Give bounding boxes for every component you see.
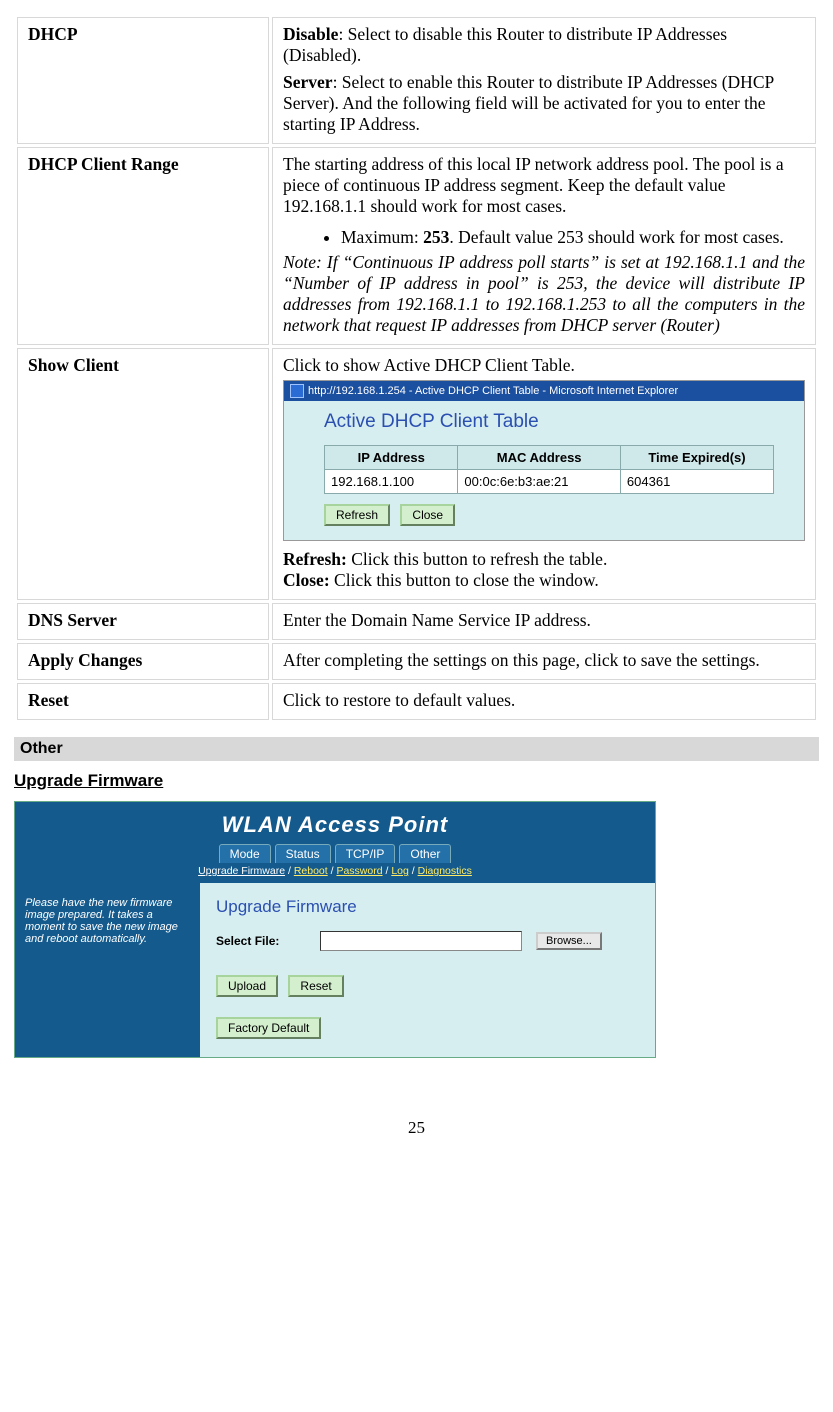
- apply-desc: After completing the settings on this pa…: [272, 643, 816, 680]
- showclient-label: Show Client: [17, 348, 269, 600]
- tab-mode[interactable]: Mode: [219, 844, 271, 863]
- page-number: 25: [14, 1118, 819, 1138]
- subnav-diagnostics[interactable]: Diagnostics: [418, 865, 472, 877]
- close-help-bold: Close:: [283, 570, 334, 590]
- subnav-upgrade[interactable]: Upgrade Firmware: [198, 865, 285, 877]
- dhcp-server-text: : Select to enable this Router to distri…: [283, 72, 774, 134]
- range-desc: The starting address of this local IP ne…: [272, 147, 816, 345]
- dhcp-label: DHCP: [17, 17, 269, 144]
- select-file-label: Select File:: [216, 934, 306, 948]
- fw-subnav: Upgrade Firmware / Reboot / Password / L…: [15, 863, 655, 883]
- tab-tcpip[interactable]: TCP/IP: [335, 844, 396, 863]
- th-ip: IP Address: [325, 446, 458, 470]
- dhcp-disable-text: : Select to disable this Router to distr…: [283, 24, 727, 65]
- close-button[interactable]: Close: [400, 504, 455, 526]
- firmware-ui: WLAN Access Point Mode Status TCP/IP Oth…: [14, 801, 656, 1058]
- client-table: IP Address MAC Address Time Expired(s) 1…: [324, 445, 774, 494]
- range-label: DHCP Client Range: [17, 147, 269, 345]
- factory-default-button[interactable]: Factory Default: [216, 1017, 321, 1039]
- refresh-help-text: Click this button to refresh the table.: [351, 549, 607, 569]
- refresh-help-bold: Refresh:: [283, 549, 351, 569]
- showclient-desc: Click to show Active DHCP Client Table. …: [272, 348, 816, 600]
- fw-help-text: Please have the new firmware image prepa…: [15, 883, 200, 1057]
- range-note: Note: If “Continuous IP address poll sta…: [283, 252, 805, 336]
- th-time: Time Expired(s): [620, 446, 773, 470]
- upgrade-firmware-heading: Upgrade Firmware: [14, 771, 819, 791]
- popup-titlebar-text: http://192.168.1.254 - Active DHCP Clien…: [308, 385, 678, 397]
- subnav-reboot[interactable]: Reboot: [294, 865, 328, 877]
- dhcp-desc: Disable: Select to disable this Router t…: [272, 17, 816, 144]
- range-bullet-post: . Default value 253 should work for most…: [449, 227, 783, 247]
- showclient-intro: Click to show Active DHCP Client Table.: [283, 355, 805, 376]
- th-mac: MAC Address: [458, 446, 621, 470]
- browse-button[interactable]: Browse...: [536, 932, 602, 950]
- ie-icon: [290, 384, 304, 398]
- apply-label: Apply Changes: [17, 643, 269, 680]
- dns-desc: Enter the Domain Name Service IP address…: [272, 603, 816, 640]
- fw-tabs: Mode Status TCP/IP Other: [15, 844, 655, 863]
- upload-button[interactable]: Upload: [216, 975, 278, 997]
- cell-ip: 192.168.1.100: [325, 470, 458, 494]
- dhcp-disable-bold: Disable: [283, 24, 338, 44]
- reset-desc: Click to restore to default values.: [272, 683, 816, 720]
- range-bullet-pre: Maximum:: [341, 227, 423, 247]
- dhcp-client-popup: http://192.168.1.254 - Active DHCP Clien…: [283, 380, 805, 541]
- settings-table: DHCP Disable: Select to disable this Rou…: [14, 14, 819, 723]
- cell-time: 604361: [620, 470, 773, 494]
- popup-heading: Active DHCP Client Table: [324, 411, 784, 433]
- subnav-password[interactable]: Password: [336, 865, 382, 877]
- subnav-log[interactable]: Log: [391, 865, 409, 877]
- fw-reset-button[interactable]: Reset: [288, 975, 343, 997]
- dns-label: DNS Server: [17, 603, 269, 640]
- cell-mac: 00:0c:6e:b3:ae:21: [458, 470, 621, 494]
- refresh-button[interactable]: Refresh: [324, 504, 390, 526]
- tab-status[interactable]: Status: [275, 844, 331, 863]
- section-other: Other: [14, 737, 819, 761]
- range-intro: The starting address of this local IP ne…: [283, 154, 805, 217]
- dhcp-server-bold: Server: [283, 72, 333, 92]
- range-bullet-bold: 253: [423, 227, 449, 247]
- range-bullet: Maximum: 253. Default value 253 should w…: [341, 227, 805, 248]
- fw-panel-heading: Upgrade Firmware: [216, 897, 639, 917]
- tab-other[interactable]: Other: [399, 844, 451, 863]
- table-row: 192.168.1.100 00:0c:6e:b3:ae:21 604361: [325, 470, 774, 494]
- reset-label: Reset: [17, 683, 269, 720]
- fw-title: WLAN Access Point: [15, 812, 655, 838]
- close-help-text: Click this button to close the window.: [334, 570, 599, 590]
- select-file-input[interactable]: [320, 931, 522, 951]
- popup-titlebar: http://192.168.1.254 - Active DHCP Clien…: [284, 381, 804, 401]
